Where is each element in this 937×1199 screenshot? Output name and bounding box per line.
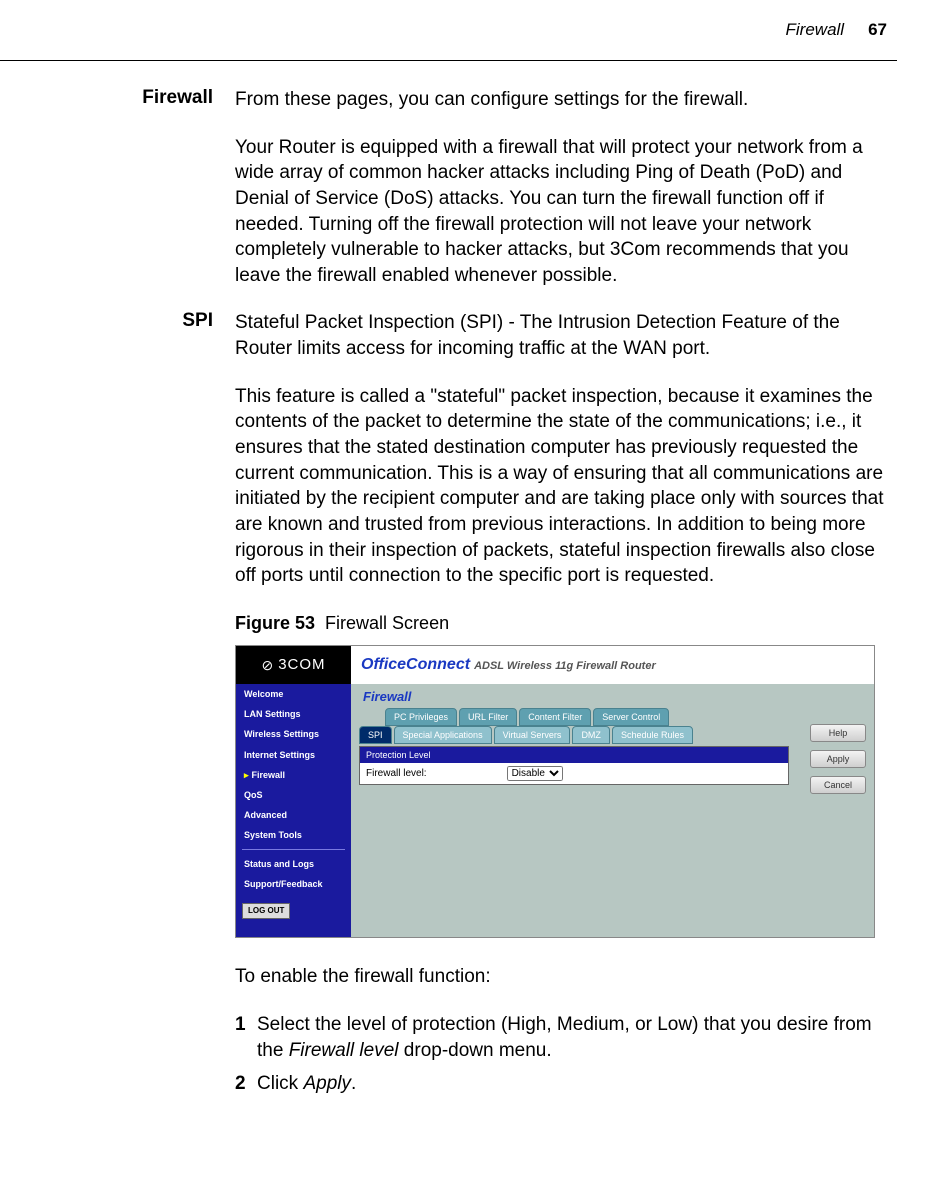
tab-virtual-servers[interactable]: Virtual Servers [494, 726, 571, 744]
step-number: 1 [235, 1012, 257, 1063]
tab-dmz[interactable]: DMZ [572, 726, 610, 744]
product-main: OfficeConnect [361, 654, 470, 676]
tabs-row-1: PC Privileges URL Filter Content Filter … [385, 708, 866, 726]
section-heading-firewall: Firewall [0, 87, 235, 310]
firewall-screenshot: ⊘ 3COM OfficeConnect ADSL Wireless 11g F… [235, 645, 875, 938]
tab-schedule-rules[interactable]: Schedule Rules [612, 726, 693, 744]
panel-header: Protection Level [360, 747, 788, 763]
body-text: Stateful Packet Inspection (SPI) - The I… [235, 310, 897, 361]
tab-content-filter[interactable]: Content Filter [519, 708, 591, 726]
firewall-level-label: Firewall level: [366, 767, 427, 781]
product-sub: ADSL Wireless 11g Firewall Router [474, 659, 656, 674]
sidebar: Welcome LAN Settings Wireless Settings I… [236, 684, 351, 937]
sidebar-item-wireless[interactable]: Wireless Settings [236, 724, 351, 744]
document-page: Firewall 67 Firewall From these pages, y… [0, 0, 937, 1145]
page-section-title: Firewall [363, 688, 866, 706]
right-buttons: Help Apply Cancel [810, 724, 866, 794]
sidebar-item-systemtools[interactable]: System Tools [236, 825, 351, 845]
logout-button[interactable]: LOG OUT [242, 903, 290, 920]
shot-header: ⊘ 3COM OfficeConnect ADSL Wireless 11g F… [236, 646, 874, 684]
body-text: Your Router is equipped with a firewall … [235, 135, 897, 289]
section-heading-spi: SPI [0, 310, 235, 1104]
apply-button[interactable]: Apply [810, 750, 866, 768]
sidebar-item-support[interactable]: Support/Feedback [236, 874, 351, 894]
body-text: From these pages, you can configure sett… [235, 87, 897, 113]
step-text: Select the level of protection (High, Me… [257, 1012, 897, 1063]
sidebar-item-qos[interactable]: QoS [236, 785, 351, 805]
sidebar-item-advanced[interactable]: Advanced [236, 805, 351, 825]
tab-url-filter[interactable]: URL Filter [459, 708, 517, 726]
sidebar-item-status[interactable]: Status and Logs [236, 854, 351, 874]
page-header: Firewall 67 [0, 20, 897, 60]
sidebar-item-lan[interactable]: LAN Settings [236, 704, 351, 724]
header-rule [0, 60, 897, 61]
figure-label: Figure 53 [235, 613, 315, 633]
sidebar-item-internet[interactable]: Internet Settings [236, 745, 351, 765]
step-2: 2 Click Apply. [235, 1071, 897, 1097]
header-section-label: Firewall [786, 20, 845, 40]
help-button[interactable]: Help [810, 724, 866, 742]
step-number: 2 [235, 1071, 257, 1097]
brand-logo: ⊘ 3COM [236, 646, 351, 684]
tab-pc-privileges[interactable]: PC Privileges [385, 708, 457, 726]
step-text: Click Apply. [257, 1071, 356, 1097]
protection-panel: Protection Level Firewall level: Disable [359, 746, 789, 785]
tab-spi[interactable]: SPI [359, 726, 392, 744]
brand-text: 3COM [278, 655, 325, 675]
steps-list: 1 Select the level of protection (High, … [235, 1012, 897, 1097]
figure-caption-text: Firewall Screen [325, 613, 449, 633]
sidebar-item-welcome[interactable]: Welcome [236, 684, 351, 704]
tab-special-apps[interactable]: Special Applications [394, 726, 492, 744]
figure-caption: Figure 53 Firewall Screen [235, 611, 897, 635]
firewall-level-select[interactable]: Disable [507, 766, 563, 781]
product-title: OfficeConnect ADSL Wireless 11g Firewall… [351, 654, 656, 676]
rings-icon: ⊘ [261, 656, 274, 675]
step-1: 1 Select the level of protection (High, … [235, 1012, 897, 1063]
page-number: 67 [868, 20, 887, 40]
steps-intro: To enable the firewall function: [235, 964, 897, 990]
main-area: Firewall PC Privileges URL Filter Conten… [351, 684, 874, 937]
sidebar-divider [242, 849, 345, 850]
tab-server-control[interactable]: Server Control [593, 708, 669, 726]
sidebar-item-firewall[interactable]: Firewall [236, 765, 351, 785]
cancel-button[interactable]: Cancel [810, 776, 866, 794]
tabs-row-2: SPI Special Applications Virtual Servers… [359, 726, 866, 744]
body-text: This feature is called a "stateful" pack… [235, 384, 897, 589]
